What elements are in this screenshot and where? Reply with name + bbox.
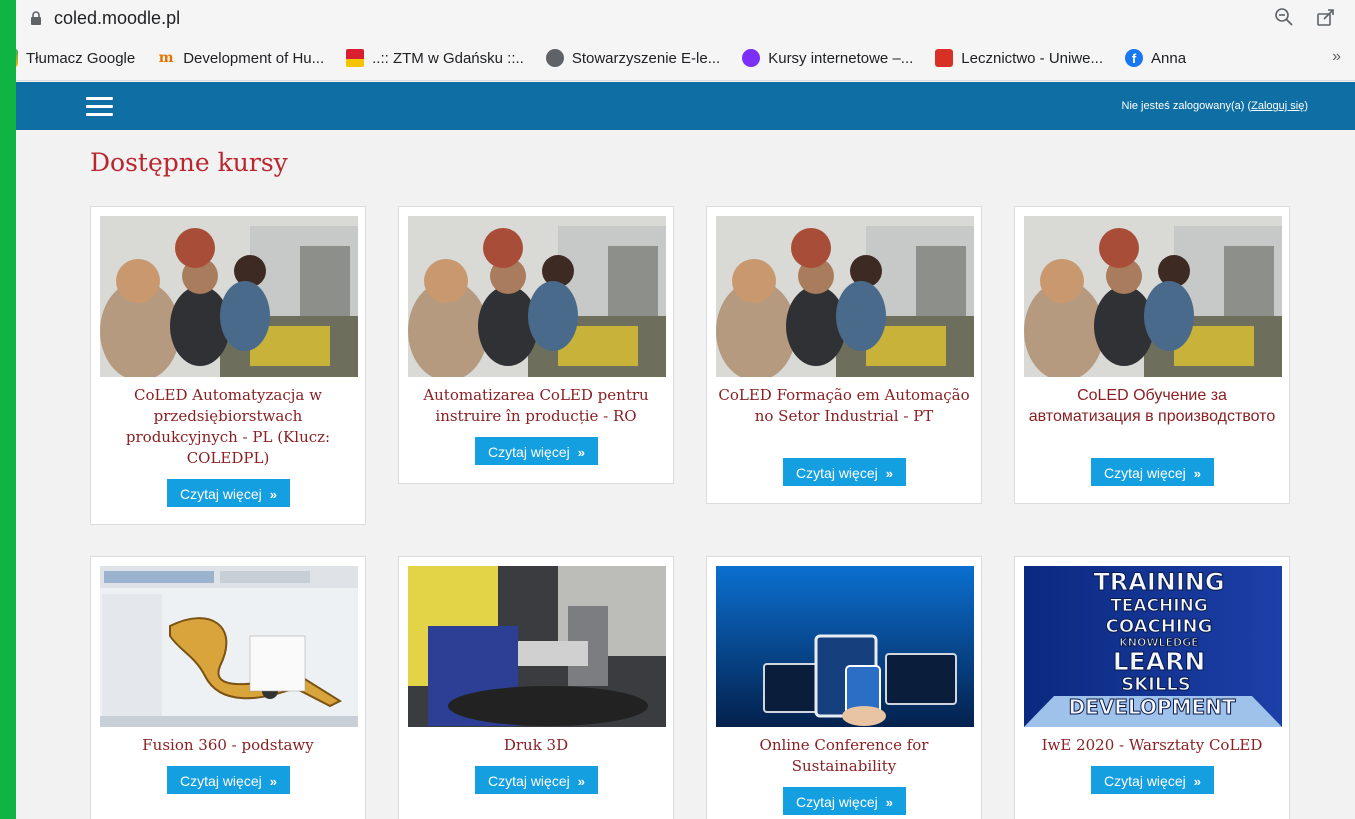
- bookmark-anna[interactable]: f Anna: [1125, 49, 1186, 67]
- chevron-right-icon: »: [885, 466, 893, 481]
- course-card[interactable]: TRAINING TEACHING COACHING KNOWLEDGE LEA…: [1014, 556, 1290, 819]
- course-image[interactable]: [716, 216, 974, 377]
- globe-icon: [545, 49, 564, 67]
- site-navbar: Nie jesteś zalogowany(a) (Zaloguj się): [16, 82, 1355, 130]
- chevron-right-icon: »: [1193, 466, 1201, 481]
- course-card[interactable]: Fusion 360 - podstawy Czytaj więcej»: [90, 556, 366, 819]
- course-image[interactable]: [716, 566, 974, 727]
- course-card[interactable]: CoLED Обучение за автоматизация в произв…: [1014, 206, 1290, 504]
- address-bar[interactable]: coled.moodle.pl: [16, 0, 1355, 36]
- course-title[interactable]: IwE 2020 - Warsztaty CoLED: [1023, 735, 1281, 756]
- login-link[interactable]: Zaloguj się: [1251, 100, 1304, 112]
- chevron-right-icon: »: [1193, 774, 1201, 789]
- login-info: Nie jesteś zalogowany(a) (Zaloguj się): [1121, 100, 1309, 112]
- training-word: LEARN: [1113, 647, 1206, 676]
- chevron-right-icon: »: [577, 445, 585, 460]
- google-translate-icon: [16, 49, 18, 67]
- read-more-button[interactable]: Czytaj więcej»: [475, 437, 598, 465]
- read-more-button[interactable]: Czytaj więcej»: [167, 766, 290, 794]
- course-image[interactable]: [408, 216, 666, 377]
- read-more-button[interactable]: Czytaj więcej»: [1091, 458, 1214, 486]
- training-word: DEVELOPMENT: [1068, 695, 1235, 719]
- browser-window: coled.moodle.pl Tłumacz Google m Develop…: [16, 0, 1355, 819]
- course-image[interactable]: TRAINING TEACHING COACHING KNOWLEDGE LEA…: [1024, 566, 1282, 727]
- course-card[interactable]: Automatizarea CoLED pentru instruire în …: [398, 206, 674, 484]
- read-more-button[interactable]: Czytaj więcej»: [475, 766, 598, 794]
- bookmarks-bar: Tłumacz Google m Development of Hu... ..…: [16, 36, 1355, 81]
- tn-logo-icon: m: [158, 50, 174, 66]
- bookmark-development[interactable]: m Development of Hu...: [157, 49, 324, 67]
- lock-red-icon: [935, 49, 954, 67]
- training-word: COACHING: [1106, 616, 1213, 637]
- courses-icon: [742, 49, 761, 67]
- course-title[interactable]: CoLED Automatyzacja w przedsiębiorstwach…: [99, 385, 357, 469]
- course-title[interactable]: Fusion 360 - podstawy: [99, 735, 357, 756]
- course-image[interactable]: [408, 566, 666, 727]
- zoom-icon[interactable]: [1273, 6, 1295, 28]
- course-image[interactable]: [1024, 216, 1282, 377]
- training-word: TEACHING: [1110, 596, 1208, 616]
- course-card[interactable]: CoLED Formação em Automação no Setor Ind…: [706, 206, 982, 504]
- course-title[interactable]: Druk 3D: [407, 735, 665, 756]
- course-title[interactable]: Online Conference for Sustainability: [715, 735, 973, 777]
- read-more-button[interactable]: Czytaj więcej»: [783, 458, 906, 486]
- lock-icon: [30, 11, 42, 25]
- chevron-right-icon: »: [269, 774, 277, 789]
- course-image[interactable]: [100, 566, 358, 727]
- chevron-right-icon: »: [577, 774, 585, 789]
- course-title[interactable]: Automatizarea CoLED pentru instruire în …: [407, 385, 665, 427]
- hamburger-menu-icon[interactable]: [86, 97, 113, 117]
- bookmark-ztm[interactable]: ..:: ZTM w Gdańsku ::..: [346, 49, 524, 67]
- read-more-button[interactable]: Czytaj więcej»: [1091, 766, 1214, 794]
- share-icon[interactable]: [1315, 6, 1337, 28]
- chevron-right-icon: »: [269, 487, 277, 502]
- bookmark-lecznictwo[interactable]: Lecznictwo - Uniwe...: [935, 49, 1103, 67]
- bookmarks-more-button[interactable]: »: [1332, 48, 1341, 66]
- ztm-icon: [346, 49, 365, 67]
- url-text[interactable]: coled.moodle.pl: [54, 8, 180, 29]
- course-image[interactable]: [100, 216, 358, 377]
- course-card[interactable]: Druk 3D Czytaj więcej»: [398, 556, 674, 819]
- bookmark-stowarzyszenie[interactable]: Stowarzyszenie E-le...: [545, 49, 720, 67]
- read-more-button[interactable]: Czytaj więcej»: [167, 479, 290, 507]
- bookmark-google-translate[interactable]: Tłumacz Google: [16, 49, 135, 67]
- bookmark-kursy[interactable]: Kursy internetowe –...: [742, 49, 913, 67]
- facebook-icon: f: [1125, 49, 1144, 67]
- course-title[interactable]: CoLED Formação em Automação no Setor Ind…: [715, 385, 973, 427]
- read-more-button[interactable]: Czytaj więcej»: [783, 787, 906, 815]
- course-title[interactable]: CoLED Обучение за автоматизация в произв…: [1023, 385, 1281, 427]
- training-word: SKILLS: [1121, 674, 1191, 695]
- chevron-right-icon: »: [885, 795, 893, 810]
- training-word: TRAINING: [1093, 568, 1224, 596]
- course-card[interactable]: Online Conference for Sustainability Czy…: [706, 556, 982, 819]
- page-title: Dostępne kursy: [90, 148, 288, 177]
- course-card[interactable]: CoLED Automatyzacja w przedsiębiorstwach…: [90, 206, 366, 525]
